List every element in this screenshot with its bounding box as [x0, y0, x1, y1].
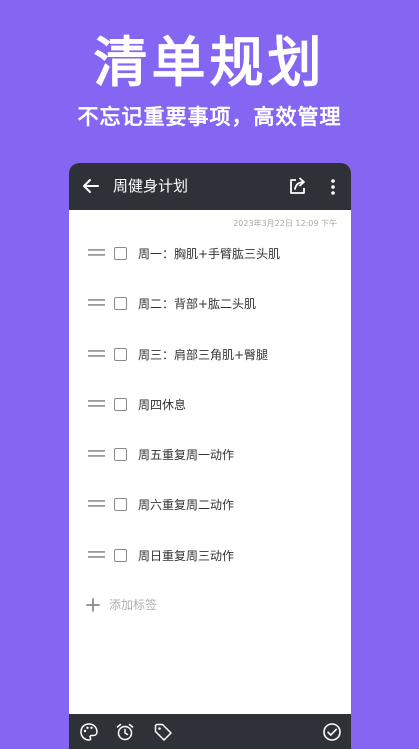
checklist-item: 周二：背部+肱二头肌: [69, 279, 351, 329]
timestamp: 2023年3月22日 12:09 下午: [233, 219, 337, 228]
checklist-item-label[interactable]: 周一：胸肌+手臂肱三头肌: [138, 229, 280, 279]
checklist: 周一：胸肌+手臂肱三头肌 周二：背部+肱二头肌 周三：肩部三角肌+臀腿 周四休息…: [69, 229, 351, 581]
checkbox[interactable]: [114, 498, 127, 512]
checklist-item: 周六重复周二动作: [69, 480, 351, 530]
checklist-item-label[interactable]: 周三：肩部三角肌+臀腿: [138, 330, 268, 380]
checkbox[interactable]: [114, 297, 127, 311]
drag-handle-icon[interactable]: [88, 500, 105, 508]
add-tag-button[interactable]: 添加标签: [86, 595, 286, 615]
checklist-item: 周五重复周一动作: [69, 430, 351, 480]
drag-handle-icon[interactable]: [88, 450, 105, 458]
back-arrow-icon[interactable]: [82, 177, 100, 195]
palette-icon[interactable]: [79, 722, 99, 742]
checkbox[interactable]: [114, 548, 127, 562]
checklist-item-label[interactable]: 周五重复周一动作: [138, 430, 234, 480]
checkbox[interactable]: [114, 448, 127, 462]
bottom-toolbar: [69, 714, 351, 749]
drag-handle-icon[interactable]: [88, 550, 105, 559]
checklist-item: 周一：胸肌+手臂肱三头肌: [69, 229, 351, 279]
more-vert-icon[interactable]: [326, 177, 340, 197]
checklist-item-label[interactable]: 周二：背部+肱二头肌: [138, 279, 256, 329]
hero-subtitle: 不忘记重要事项，高效管理: [77, 105, 342, 129]
drag-handle-icon[interactable]: [88, 249, 105, 257]
add-tag-label: 添加标签: [109, 598, 158, 612]
app-bar: 周健身计划: [69, 163, 351, 210]
drag-handle-icon[interactable]: [88, 299, 105, 307]
checklist-item-label[interactable]: 周六重复周二动作: [138, 480, 234, 530]
note-title[interactable]: 周健身计划: [113, 163, 188, 210]
check-circle-icon[interactable]: [322, 722, 342, 742]
drag-handle-icon[interactable]: [88, 349, 105, 358]
checklist-item-label[interactable]: 周日重复周三动作: [138, 531, 234, 581]
checkbox[interactable]: [114, 347, 127, 361]
hero-title: 清单规划: [93, 31, 326, 94]
tag-icon[interactable]: [153, 722, 173, 742]
drag-handle-icon[interactable]: [88, 399, 105, 408]
plus-icon: [86, 598, 100, 612]
share-icon[interactable]: [288, 177, 307, 196]
checklist-item-label[interactable]: 周四休息: [138, 380, 186, 430]
checkbox[interactable]: [114, 397, 127, 411]
checklist-item: 周日重复周三动作: [69, 531, 351, 581]
phone-screen: 周健身计划 2023年3月22日 12:09 下午 周一：胸肌+手臂肱三头肌 周…: [69, 163, 351, 749]
checkbox[interactable]: [114, 247, 127, 260]
checklist-item: 周三：肩部三角肌+臀腿: [69, 330, 351, 380]
checklist-item: 周四休息: [69, 380, 351, 430]
alarm-icon[interactable]: [115, 722, 135, 742]
